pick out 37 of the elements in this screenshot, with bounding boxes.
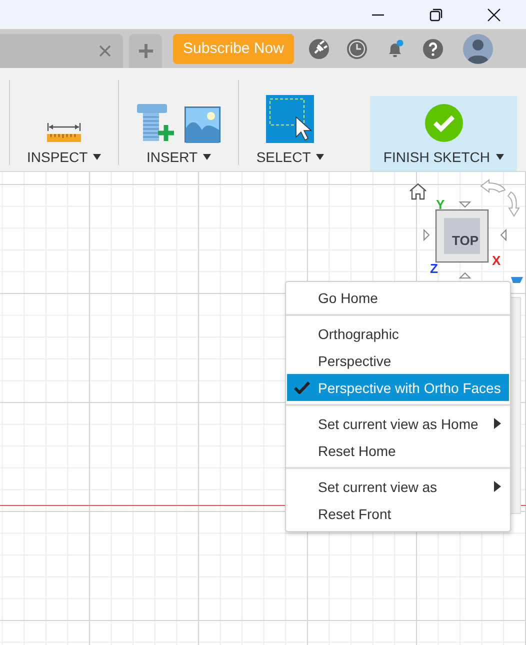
axis-label: Y: [436, 197, 445, 212]
submenu-arrow-icon: [494, 481, 501, 492]
menu-item[interactable]: Reset Home: [286, 437, 510, 464]
check-icon: [294, 381, 310, 394]
submenu-arrow-icon: [494, 418, 501, 429]
close-icon[interactable]: [487, 8, 501, 22]
view-menu-icon[interactable]: [510, 276, 524, 284]
menu-item[interactable]: Set current view as Home: [286, 410, 510, 437]
toolbar-dropdown[interactable]: INSPECT: [27, 149, 102, 165]
help-icon[interactable]: [422, 38, 444, 60]
clock-icon[interactable]: [346, 38, 368, 60]
toolbar-dropdown[interactable]: INSERT: [146, 149, 212, 165]
plus-icon: [138, 43, 154, 59]
toolbar-dropdown[interactable]: SELECT: [256, 149, 324, 165]
menu-item[interactable]: Orthographic: [286, 320, 510, 347]
checkmark-icon[interactable]: [424, 103, 464, 143]
restore-icon[interactable]: [429, 8, 443, 22]
menu-item[interactable]: Set current view as: [286, 473, 510, 500]
view-cube-drawing[interactable]: [422, 200, 508, 280]
avatar-icon[interactable]: [463, 34, 493, 64]
menu-item[interactable]: Go Home: [286, 284, 510, 311]
caret-icon: [496, 154, 504, 160]
axis-label: Z: [430, 261, 438, 276]
caret-icon: [93, 154, 102, 160]
caret-icon: [316, 154, 324, 160]
caret-icon: [203, 154, 212, 160]
bolt-plus-icon[interactable]: [136, 103, 176, 143]
menu-item[interactable]: Reset Front: [286, 500, 510, 527]
home-icon[interactable]: [408, 182, 428, 200]
new-tab-button[interactable]: [129, 34, 162, 68]
selection-cursor-icon[interactable]: [266, 95, 314, 143]
image-icon[interactable]: [184, 106, 222, 143]
ruler-icon[interactable]: [46, 121, 82, 143]
menu-item[interactable]: Perspective: [286, 347, 510, 374]
toolbar-dropdown[interactable]: FINISH SKETCH: [383, 149, 504, 165]
axis-label: X: [492, 253, 501, 268]
plug-icon[interactable]: [308, 38, 330, 60]
